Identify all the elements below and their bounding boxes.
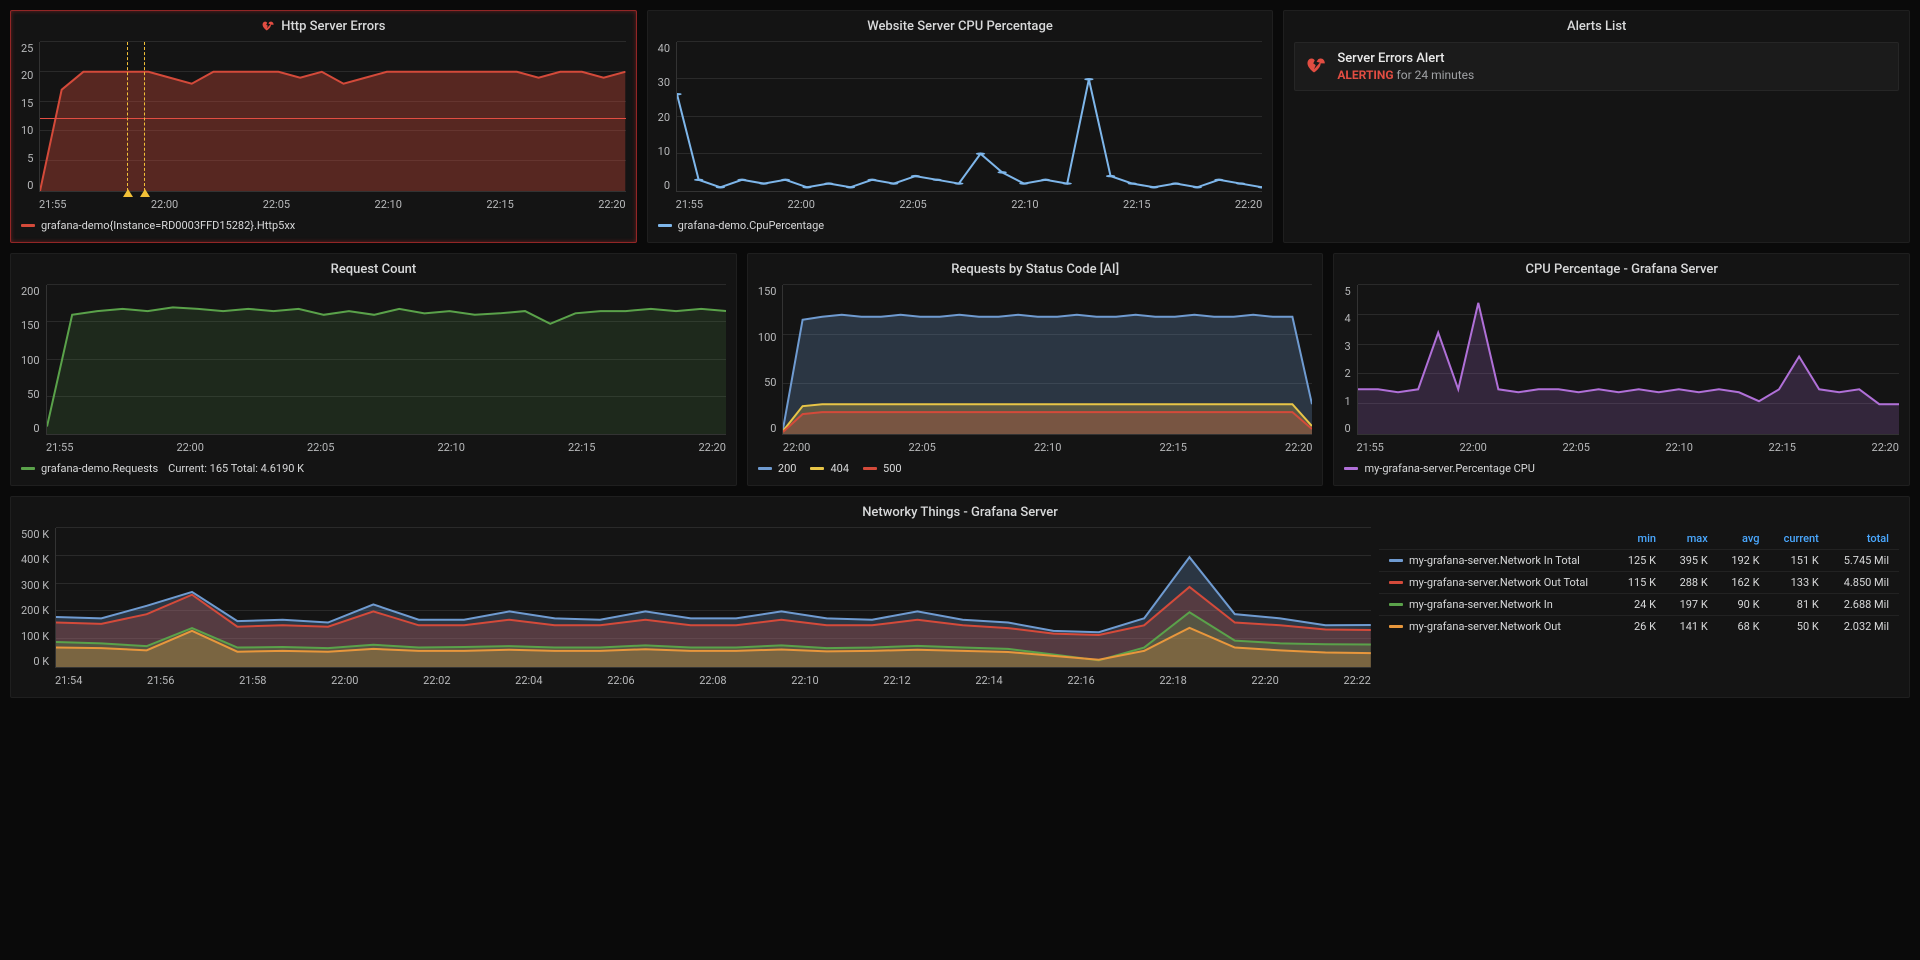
y-axis: 543210 — [1344, 285, 1356, 435]
chart-area[interactable] — [1357, 285, 1899, 435]
legend-item[interactable]: 500 — [863, 462, 902, 475]
panel-network[interactable]: Networky Things - Grafana Server 500 K40… — [10, 496, 1910, 698]
cell-total: 2.032 Mil — [1829, 616, 1899, 638]
panel-alerts-list[interactable]: Alerts List Server Errors Alert ALERTING… — [1283, 10, 1910, 243]
cell-max: 288 K — [1666, 572, 1718, 594]
cell-min: 115 K — [1614, 572, 1666, 594]
y-axis: 2520151050 — [21, 42, 39, 192]
chart-area[interactable] — [46, 285, 726, 435]
cell-avg: 90 K — [1718, 594, 1770, 616]
cell-min: 26 K — [1614, 616, 1666, 638]
series-name: my-grafana-server.Network Out — [1409, 620, 1561, 633]
x-axis: 22:0022:0522:1022:1522:20 — [783, 435, 1313, 454]
legend-swatch — [658, 224, 672, 227]
cell-avg: 68 K — [1718, 616, 1770, 638]
cell-current: 50 K — [1770, 616, 1829, 638]
legend-swatch — [1344, 467, 1358, 470]
series-name: my-grafana-server.Network Out Total — [1409, 576, 1588, 589]
panel-title: Requests by Status Code [AI] — [951, 262, 1119, 277]
panel-http-errors[interactable]: Http Server Errors 2520151050 21:5522:00… — [10, 10, 637, 243]
cell-current: 151 K — [1770, 550, 1829, 572]
panel-title: CPU Percentage - Grafana Server — [1525, 262, 1717, 277]
cell-total: 5.745 Mil — [1829, 550, 1899, 572]
cell-max: 197 K — [1666, 594, 1718, 616]
legend-item[interactable]: 200 — [758, 462, 797, 475]
y-axis: 500 K400 K300 K200 K100 K0 K — [21, 528, 55, 668]
legend-item[interactable]: grafana-demo.Requests Current: 165 Total… — [21, 462, 304, 475]
legend-item[interactable]: my-grafana-server.Percentage CPU — [1344, 462, 1534, 475]
legend-label: 404 — [830, 462, 849, 475]
y-axis: 403020100 — [658, 42, 676, 192]
panel-cpu-grafana[interactable]: CPU Percentage - Grafana Server 543210 2… — [1333, 253, 1910, 486]
panel-cpu-percentage[interactable]: Website Server CPU Percentage 403020100 … — [647, 10, 1274, 243]
network-legend-table: min max avg current total my-grafana-ser… — [1379, 528, 1899, 637]
table-row[interactable]: my-grafana-server.Network In 24 K197 K90 … — [1379, 594, 1899, 616]
legend-swatch — [758, 467, 772, 470]
legend-label: 200 — [778, 462, 797, 475]
panel-request-count[interactable]: Request Count 200150100500 21:5522:0022:… — [10, 253, 737, 486]
alert-title: Server Errors Alert — [1337, 51, 1474, 66]
legend-swatch — [21, 224, 35, 227]
cell-min: 125 K — [1614, 550, 1666, 572]
heart-broken-icon — [1305, 56, 1327, 78]
cell-current: 81 K — [1770, 594, 1829, 616]
legend-swatch — [810, 467, 824, 470]
chart-area[interactable] — [39, 42, 625, 192]
table-row[interactable]: my-grafana-server.Network Out 26 K141 K68… — [1379, 616, 1899, 638]
legend-label: my-grafana-server.Percentage CPU — [1364, 462, 1534, 475]
legend-label: grafana-demo{Instance=RD0003FFD15282}.Ht… — [41, 219, 295, 232]
legend-item[interactable]: grafana-demo{Instance=RD0003FFD15282}.Ht… — [21, 219, 295, 232]
alert-duration: for 24 minutes — [1397, 68, 1475, 82]
panel-title: Networky Things - Grafana Server — [862, 505, 1058, 520]
x-axis: 21:5421:5621:5822:0022:0222:0422:0622:08… — [55, 668, 1371, 687]
x-axis: 21:5522:0022:0522:1022:1522:20 — [1356, 435, 1899, 454]
panel-title: Request Count — [331, 262, 417, 277]
legend-swatch — [21, 467, 35, 470]
panel-title: Website Server CPU Percentage — [867, 19, 1053, 34]
chart-area[interactable] — [676, 42, 1262, 192]
series-name: my-grafana-server.Network In — [1409, 598, 1553, 611]
legend-swatch — [863, 467, 877, 470]
x-axis: 21:5522:0022:0522:1022:1522:20 — [676, 192, 1263, 211]
cell-current: 133 K — [1770, 572, 1829, 594]
legend-label: 500 — [883, 462, 902, 475]
legend-swatch — [1389, 581, 1403, 584]
cell-min: 24 K — [1614, 594, 1666, 616]
table-row[interactable]: my-grafana-server.Network In Total 125 K3… — [1379, 550, 1899, 572]
y-axis: 200150100500 — [21, 285, 46, 435]
legend-swatch — [1389, 603, 1403, 606]
heart-broken-icon — [261, 20, 275, 34]
alert-list-item[interactable]: Server Errors Alert ALERTING for 24 minu… — [1294, 42, 1899, 91]
legend-swatch — [1389, 625, 1403, 628]
table-header[interactable]: max — [1666, 528, 1718, 550]
x-axis: 21:5522:0022:0522:1022:1522:20 — [46, 435, 726, 454]
cell-avg: 162 K — [1718, 572, 1770, 594]
table-row[interactable]: my-grafana-server.Network Out Total 115 K… — [1379, 572, 1899, 594]
cell-total: 2.688 Mil — [1829, 594, 1899, 616]
y-axis: 150100500 — [758, 285, 783, 435]
cell-max: 395 K — [1666, 550, 1718, 572]
table-header[interactable]: avg — [1718, 528, 1770, 550]
panel-title: Http Server Errors — [281, 19, 385, 34]
legend-label: grafana-demo.Requests — [41, 462, 158, 475]
panel-title: Alerts List — [1567, 19, 1626, 34]
table-header[interactable]: current — [1770, 528, 1829, 550]
chart-area[interactable] — [55, 528, 1371, 668]
cell-avg: 192 K — [1718, 550, 1770, 572]
table-header[interactable]: total — [1829, 528, 1899, 550]
legend-swatch — [1389, 559, 1403, 562]
alert-state: ALERTING — [1337, 68, 1393, 82]
legend-stats: Current: 165 Total: 4.6190 K — [168, 462, 304, 475]
table-header[interactable]: min — [1614, 528, 1666, 550]
cell-max: 141 K — [1666, 616, 1718, 638]
chart-area[interactable] — [782, 285, 1312, 435]
panel-requests-by-status[interactable]: Requests by Status Code [AI] 150100500 2… — [747, 253, 1324, 486]
series-name: my-grafana-server.Network In Total — [1409, 554, 1580, 567]
legend-item[interactable]: grafana-demo.CpuPercentage — [658, 219, 824, 232]
legend-item[interactable]: 404 — [810, 462, 849, 475]
legend-label: grafana-demo.CpuPercentage — [678, 219, 824, 232]
cell-total: 4.850 Mil — [1829, 572, 1899, 594]
